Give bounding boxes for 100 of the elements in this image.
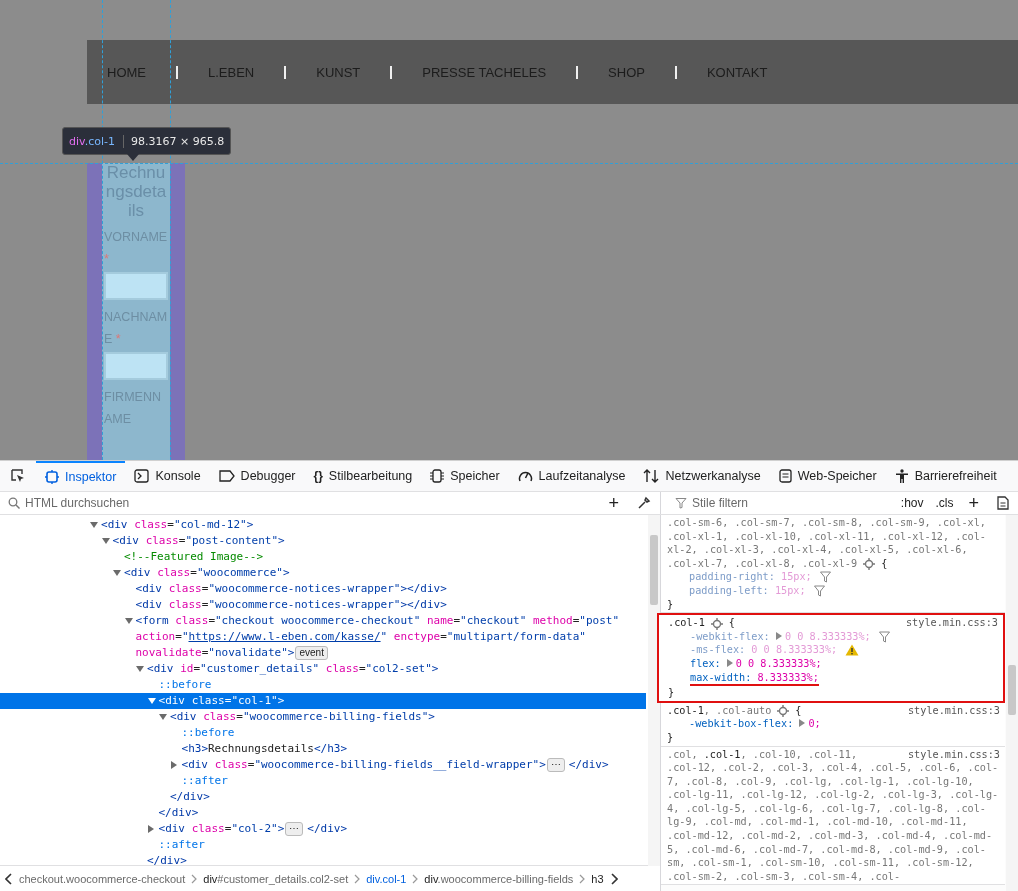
- markup-line[interactable]: <div id="customer_details" class="col2-set">: [147, 661, 439, 677]
- console-icon: [134, 469, 150, 483]
- markup-line[interactable]: </div>: [158, 805, 199, 821]
- markup-line[interactable]: <div class="col-2">: [158, 821, 285, 837]
- markup-line[interactable]: <div class="post-content">: [112, 533, 285, 549]
- collapse-arrow-icon[interactable]: [90, 522, 98, 528]
- source-link[interactable]: style.min.css:3: [908, 747, 1000, 762]
- devtools-tab[interactable]: {} Stilbearbeitung: [304, 461, 422, 491]
- expand-arrow-icon[interactable]: [799, 719, 806, 728]
- style-filter-field[interactable]: Stile filtern: [692, 495, 895, 511]
- markup-line[interactable]: <div class="woocommerce-billing-fields">: [170, 709, 435, 725]
- node-badge[interactable]: ⋯: [285, 822, 304, 836]
- css-declaration[interactable]: -webkit-box-flex: 0;: [689, 717, 821, 731]
- chevron-right-icon: [354, 873, 361, 884]
- css-selector: .col-12, .col-2, .col-3, .col-4, .col-5, .col-6, .col-7, .col-8, .col-9, .col-lg, .col-lg-1, .col-lg-10, .col-lg-11, .col-lg-12, .col-lg-2, .col-lg-3, .col-lg-4, .col-lg-5, .col-lg-6, .col-lg-7, .col-lg-8, .col-lg-9, .col-md, .col-md-1, .col-md-10, .col-md-11, .col-md-12, .col-md-2, .col-md-3, .col-md-4, .col-md-5, .col-md-6, .col-md-7, .col-md-8, .col-md-9, .col-sm, .col-sm-1, .col-sm-10, .col-sm-11, .col-sm-12, .col-sm-2, .col-sm-3, .col-sm-4, .col-: [667, 761, 1000, 884]
- tooltip-size: 98.3167 × 965.8: [123, 134, 225, 148]
- devtools-tab[interactable]: Barrierefreiheit: [885, 461, 1006, 491]
- chevron-right-icon[interactable]: [609, 872, 618, 885]
- css-selector: , .col-auto: [703, 703, 772, 718]
- devtools-tab[interactable]: Inspektor: [36, 461, 126, 491]
- css-selector: .col,: [667, 747, 698, 762]
- inspector-icon: [45, 470, 59, 484]
- collapse-arrow-icon[interactable]: [124, 618, 133, 624]
- css-selector: .col-xl-7, .col-xl-8, .col-xl-9: [667, 556, 858, 571]
- css-selector: .col-1: [668, 616, 705, 630]
- source-link[interactable]: style.min.css:3: [906, 616, 998, 630]
- markup-line[interactable]: </div>: [568, 757, 609, 773]
- markup-line[interactable]: <div class="col-md-12">: [101, 517, 254, 533]
- gauge-icon: [517, 469, 533, 483]
- chip-icon: [430, 469, 445, 483]
- scrollbar[interactable]: [648, 515, 660, 866]
- css-selector: .col-1: [667, 703, 704, 718]
- markup-line[interactable]: <div class="woocommerce-notices-wrapper"></div>: [135, 581, 447, 597]
- expand-arrow-icon[interactable]: [170, 761, 177, 769]
- brace: {: [728, 616, 735, 630]
- tag-icon: [218, 469, 235, 483]
- filter-icon: [675, 497, 687, 509]
- devtools-tab[interactable]: Debugger: [209, 461, 305, 491]
- markup-line[interactable]: <div class="woocommerce-billing-fields__field-wrapper">: [181, 757, 546, 773]
- markup-line[interactable]: <h3>Rechnungsdetails</h3>: [181, 741, 348, 757]
- markup-line[interactable]: ::after: [158, 837, 205, 853]
- devtools-tab[interactable]: Netzwerkanalyse: [634, 461, 770, 491]
- source-link[interactable]: style.min.css:3: [908, 703, 1000, 718]
- breadcrumb[interactable]: checkout.woocommerce-checkout: [19, 872, 186, 885]
- add-rule-button[interactable]: +: [962, 493, 985, 513]
- node-badge[interactable]: ⋯: [546, 758, 565, 772]
- markup-line[interactable]: <div class="woocommerce-notices-wrapper"></div>: [135, 597, 447, 613]
- node-badge[interactable]: event: [295, 646, 328, 660]
- selected-row[interactable]: <div class="col-1">: [0, 693, 646, 709]
- expand-arrow-icon[interactable]: [726, 658, 733, 667]
- filter-icon[interactable]: [878, 630, 890, 643]
- devtools-tab[interactable]: Konsole: [125, 461, 210, 491]
- crosshair-icon[interactable]: [777, 705, 790, 718]
- css-declaration[interactable]: flex: 0 0 8.333333%;: [690, 656, 822, 671]
- hover-state-button[interactable]: :hov: [897, 493, 927, 513]
- markup-line[interactable]: ::after: [181, 773, 228, 789]
- markup-line[interactable]: </div>: [170, 789, 210, 805]
- document-icon: [778, 469, 792, 483]
- collapse-arrow-icon[interactable]: [159, 714, 167, 720]
- markup-line[interactable]: ::before: [158, 677, 212, 693]
- chevron-right-icon: [191, 873, 198, 884]
- expand-arrow-icon[interactable]: [775, 631, 782, 640]
- collapse-arrow-icon[interactable]: [136, 666, 144, 672]
- markup-line[interactable]: <!--Featured Image-->: [124, 549, 264, 565]
- html-search-field[interactable]: HTML durchsuchen: [25, 495, 600, 511]
- crosshair-icon[interactable]: [863, 558, 876, 571]
- markup-line[interactable]: novalidate="novalidate">: [135, 645, 295, 661]
- breadcrumb[interactable]: div#customer_details.col2-set: [203, 872, 349, 885]
- breadcrumb[interactable]: h3: [591, 872, 604, 885]
- collapse-arrow-icon[interactable]: [113, 570, 121, 576]
- collapse-arrow-icon[interactable]: [101, 538, 110, 544]
- devtools-tab[interactable]: Laufzeitanalyse: [508, 461, 635, 491]
- markup-line[interactable]: <div class="col-1">: [158, 693, 285, 709]
- class-toggle-button[interactable]: .cls: [932, 493, 957, 513]
- filter-icon[interactable]: [813, 584, 825, 597]
- brace: {: [795, 703, 802, 718]
- element-picker-icon[interactable]: [10, 468, 26, 484]
- markup-line[interactable]: <div class="woocommerce">: [124, 565, 290, 581]
- devtools-tab[interactable]: Speicher: [421, 461, 509, 491]
- markup-line[interactable]: <form class="checkout woocommerce-checkout" name="checkout" method="post": [135, 613, 626, 629]
- add-node-button[interactable]: +: [602, 493, 625, 513]
- expand-arrow-icon[interactable]: [147, 825, 154, 833]
- input-field[interactable]: [104, 352, 168, 380]
- chevron-left-icon[interactable]: [5, 872, 13, 885]
- scrollbar[interactable]: [1006, 515, 1018, 891]
- crosshair-icon[interactable]: [710, 617, 723, 630]
- required-mark: *: [115, 332, 121, 346]
- markup-line[interactable]: </div>: [147, 853, 187, 865]
- markup-line[interactable]: </div>: [307, 821, 348, 837]
- css-declaration[interactable]: max-width: 8.333333%;: [690, 670, 819, 687]
- breadcrumb[interactable]: div.col-1: [366, 872, 407, 885]
- markup-line[interactable]: action="https://www.l-eben.com/kasse/" enctype="multipart/form-data": [135, 629, 593, 645]
- devtools-tab[interactable]: Web-Speicher: [769, 461, 886, 491]
- arrows-icon: [643, 469, 660, 483]
- url-link[interactable]: https://www.l-eben.com/kasse/: [188, 630, 381, 643]
- css-selector: .col-1: [703, 747, 741, 762]
- breadcrumb[interactable]: div.woocommerce-billing-fields: [424, 872, 574, 885]
- markup-line[interactable]: ::before: [181, 725, 235, 741]
- filter-icon[interactable]: [819, 571, 831, 584]
- input-field[interactable]: [104, 272, 168, 300]
